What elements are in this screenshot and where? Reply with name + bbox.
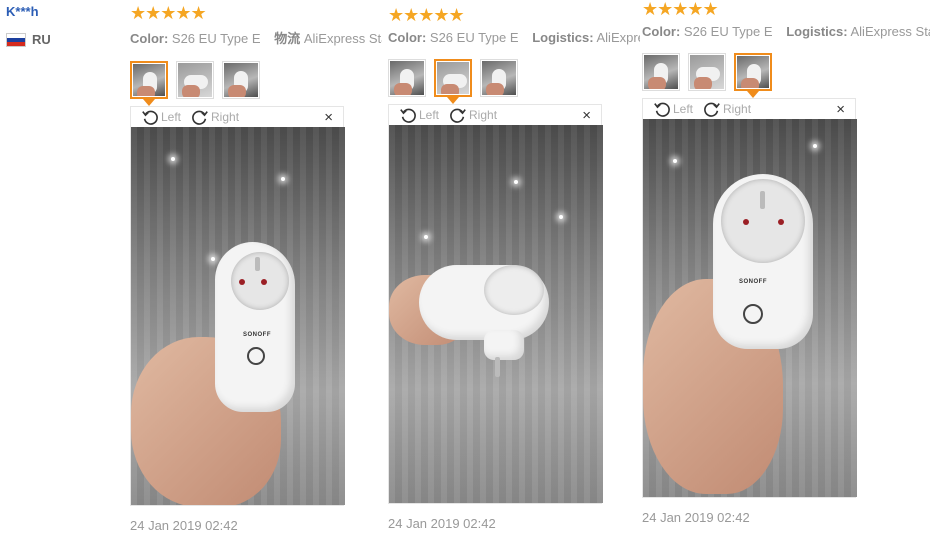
rotate-left-icon xyxy=(654,102,670,117)
thumbnail-3[interactable] xyxy=(222,61,260,99)
color-label: Color: xyxy=(130,31,169,46)
rotate-left-button[interactable]: Left xyxy=(399,106,439,124)
country-code: RU xyxy=(32,32,51,47)
selected-arrow-icon xyxy=(747,91,759,98)
plug-brand-text: SONOFF xyxy=(243,332,271,338)
logistics-label: Logistics: xyxy=(786,24,848,39)
logistics-label: Logistics: xyxy=(532,30,594,45)
review-photo[interactable] xyxy=(389,125,603,503)
thumbnail-2[interactable] xyxy=(434,59,472,104)
rotate-right-icon xyxy=(450,108,466,123)
rotate-right-icon xyxy=(192,110,208,125)
russia-flag-icon xyxy=(6,32,26,47)
close-icon[interactable]: × xyxy=(324,109,333,126)
reviewer-country: RU xyxy=(6,32,51,47)
review-card-3: ★★★★★ Color: S26 EU Type E Logistics: Al… xyxy=(642,0,930,525)
rotate-right-button[interactable]: Right xyxy=(191,108,239,126)
thumbnail-strip xyxy=(388,59,640,104)
rotate-right-button[interactable]: Right xyxy=(449,106,497,124)
logistics-value: AliExpress Stan xyxy=(850,24,930,39)
star-rating: ★★★★★ xyxy=(130,3,207,23)
rotate-left-label: Left xyxy=(161,110,182,124)
thumbnail-3[interactable] xyxy=(480,59,518,97)
image-viewer: Left Right × SONOFF xyxy=(642,98,857,498)
rotate-left-label: Left xyxy=(419,108,440,122)
rotate-left-icon xyxy=(400,108,416,123)
review-meta: Color: S26 EU Type E Logistics: AliExpre… xyxy=(388,30,640,45)
thumbnail-2[interactable] xyxy=(176,61,214,99)
reviewer-info: K***h RU xyxy=(6,4,51,47)
review-card-1: ★★★★★ Color: S26 EU Type E 物流 AliExpress… xyxy=(130,4,382,533)
review-date: 24 Jan 2019 02:42 xyxy=(130,518,238,533)
rotate-right-label: Right xyxy=(211,110,240,124)
close-icon[interactable]: × xyxy=(836,101,845,118)
rotate-left-button[interactable]: Left xyxy=(653,100,693,118)
color-label: Color: xyxy=(642,24,681,39)
viewer-toolbar: Left Right × xyxy=(389,105,601,125)
selected-arrow-icon xyxy=(143,99,155,106)
color-label: Color: xyxy=(388,30,427,45)
review-date: 24 Jan 2019 02:42 xyxy=(388,516,496,531)
rotate-right-label: Right xyxy=(723,102,752,116)
thumbnail-1[interactable] xyxy=(642,53,680,91)
rotate-left-icon xyxy=(142,110,158,125)
rotate-left-label: Left xyxy=(673,102,694,116)
plug-brand-text: SONOFF xyxy=(739,279,767,285)
color-value: S26 EU Type E xyxy=(171,31,261,46)
review-meta: Color: S26 EU Type E Logistics: AliExpre… xyxy=(642,24,930,39)
thumbnail-1[interactable] xyxy=(130,61,168,106)
review-photo[interactable]: SONOFF xyxy=(643,119,857,497)
viewer-toolbar: Left Right × xyxy=(131,107,343,127)
selected-arrow-icon xyxy=(447,97,459,104)
review-date: 24 Jan 2019 02:42 xyxy=(642,510,750,525)
star-rating: ★★★★★ xyxy=(642,0,719,19)
thumbnail-2[interactable] xyxy=(688,53,726,91)
logistics-value: AliExpress Sta xyxy=(303,31,382,46)
close-icon[interactable]: × xyxy=(582,107,591,124)
star-rating: ★★★★★ xyxy=(388,5,465,25)
logistics-label: 物流 xyxy=(274,31,301,46)
color-value: S26 EU Type E xyxy=(683,24,773,39)
image-viewer: Left Right × SONOFF xyxy=(130,106,345,506)
thumbnail-strip xyxy=(642,53,930,98)
rotate-right-label: Right xyxy=(469,108,498,122)
rotate-right-button[interactable]: Right xyxy=(703,100,751,118)
viewer-toolbar: Left Right × xyxy=(643,99,855,119)
rotate-right-icon xyxy=(704,102,720,117)
review-meta: Color: S26 EU Type E 物流 AliExpress Sta xyxy=(130,28,382,47)
thumbnail-1[interactable] xyxy=(388,59,426,97)
image-viewer: Left Right × xyxy=(388,104,603,504)
rotate-left-button[interactable]: Left xyxy=(141,108,181,126)
color-value: S26 EU Type E xyxy=(429,30,519,45)
review-photo[interactable]: SONOFF xyxy=(131,127,345,505)
reviewer-name[interactable]: K***h xyxy=(6,4,51,19)
thumbnail-strip xyxy=(130,61,382,106)
logistics-value: AliExpres xyxy=(596,30,641,45)
thumbnail-3[interactable] xyxy=(734,53,772,98)
review-card-2: ★★★★★ Color: S26 EU Type E Logistics: Al… xyxy=(388,6,640,531)
